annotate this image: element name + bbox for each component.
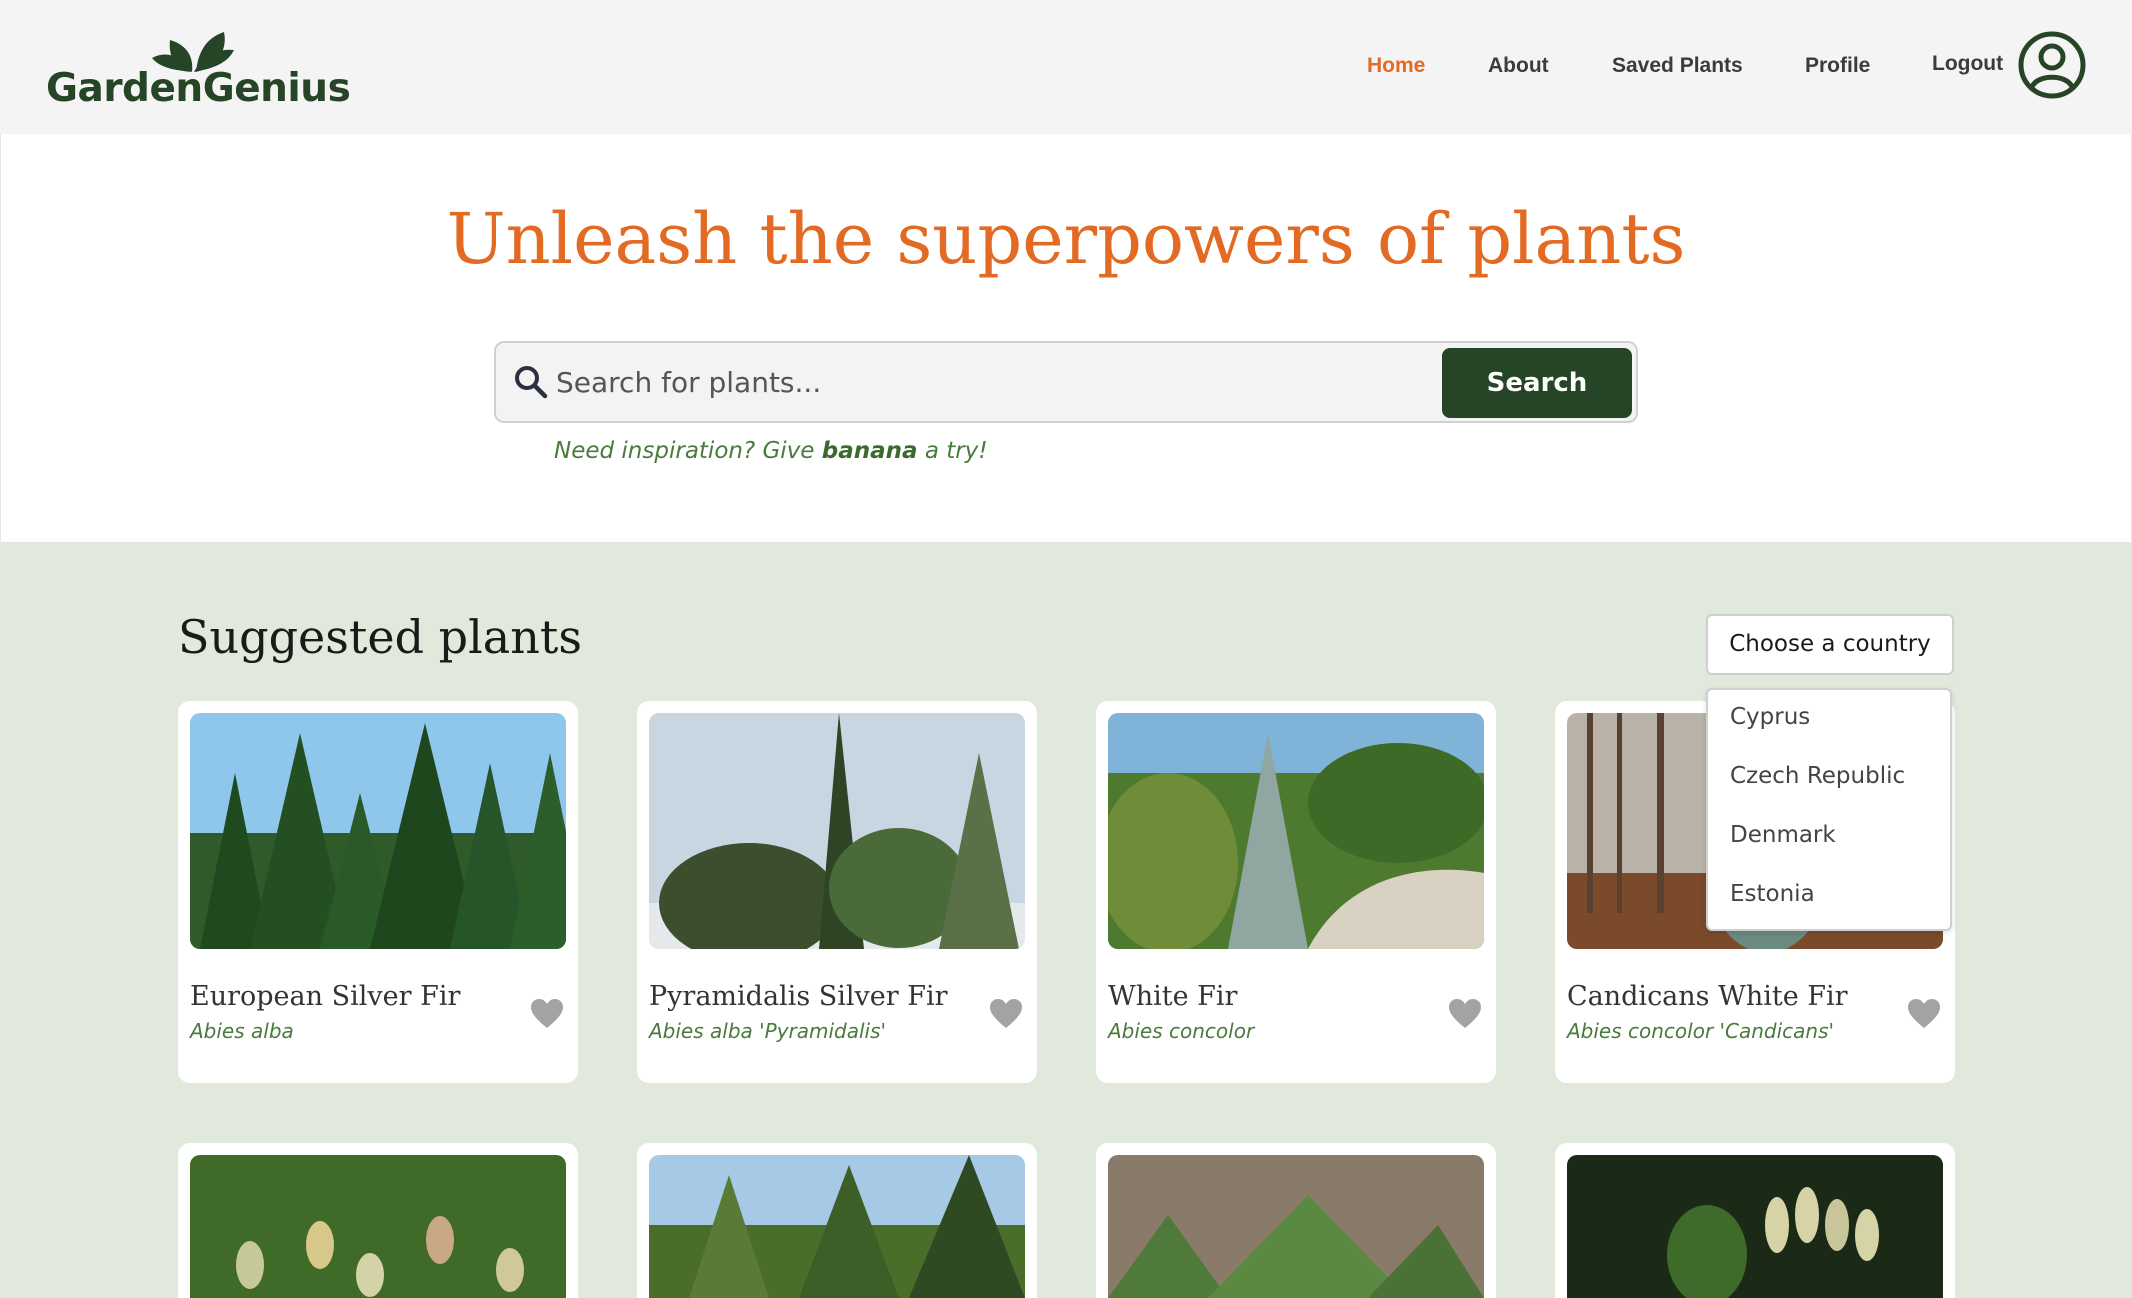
- plant-card[interactable]: Pyramidalis Silver Fir Abies alba 'Pyram…: [637, 701, 1037, 1083]
- nav-home[interactable]: Home: [1367, 54, 1425, 84]
- search-input[interactable]: [556, 357, 1316, 407]
- plant-image: [190, 713, 566, 949]
- plant-card[interactable]: [1555, 1143, 1955, 1298]
- plant-card[interactable]: [1096, 1143, 1496, 1298]
- nav-profile[interactable]: Profile: [1805, 54, 1870, 84]
- nav-saved-plants[interactable]: Saved Plants: [1612, 54, 1743, 84]
- plant-scientific-name: Abies alba 'Pyramidalis': [649, 1019, 887, 1043]
- plant-image: [649, 713, 1025, 949]
- section-title: Suggested plants: [178, 610, 582, 664]
- plant-name: Pyramidalis Silver Fir: [649, 981, 948, 1012]
- plant-scientific-name: Abies concolor: [1108, 1019, 1255, 1043]
- country-option[interactable]: Czech Republic: [1730, 763, 1905, 789]
- plant-card[interactable]: [178, 1143, 578, 1298]
- search-icon: [515, 366, 548, 399]
- plant-name: Candicans White Fir: [1567, 981, 1848, 1012]
- heart-icon[interactable]: [1448, 999, 1482, 1029]
- plant-image: [1567, 1155, 1943, 1298]
- country-option[interactable]: Denmark: [1730, 822, 1836, 848]
- plant-card[interactable]: White Fir Abies concolor: [1096, 701, 1496, 1083]
- header: GardenGenius Home About Saved Plants Pro…: [0, 0, 2132, 134]
- plant-image: [190, 1155, 566, 1298]
- plant-name: European Silver Fir: [190, 981, 461, 1012]
- user-circle-icon[interactable]: [2017, 30, 2087, 100]
- nav-about[interactable]: About: [1488, 54, 1549, 84]
- plant-scientific-name: Abies alba: [190, 1019, 294, 1043]
- search-button[interactable]: Search: [1442, 348, 1632, 418]
- country-option[interactable]: Cyprus: [1730, 704, 1810, 730]
- logo-text: GardenGenius: [46, 66, 351, 111]
- heart-icon[interactable]: [989, 999, 1023, 1029]
- hero-title: Unleash the superpowers of plants: [446, 198, 1686, 280]
- country-option[interactable]: Estonia: [1730, 881, 1815, 907]
- search-bar: Search: [494, 341, 1638, 423]
- heart-icon[interactable]: [530, 999, 564, 1029]
- plant-image: [649, 1155, 1025, 1298]
- inspiration-text: Need inspiration? Give banana a try!: [554, 438, 988, 464]
- plant-name: White Fir: [1108, 981, 1238, 1012]
- plant-scientific-name: Abies concolor 'Candicans': [1567, 1019, 1835, 1043]
- logo[interactable]: GardenGenius: [46, 28, 351, 111]
- heart-icon[interactable]: [1907, 999, 1941, 1029]
- plant-image: [1108, 713, 1484, 949]
- plant-card[interactable]: [637, 1143, 1037, 1298]
- hero-section: [0, 134, 2132, 542]
- nav-logout[interactable]: Logout: [1932, 52, 2003, 82]
- plant-card[interactable]: European Silver Fir Abies alba: [178, 701, 578, 1083]
- country-dropdown-list: Cyprus Czech Republic Denmark Estonia: [1706, 688, 1952, 931]
- country-select[interactable]: Choose a country: [1706, 614, 1954, 675]
- inspiration-link[interactable]: banana: [822, 438, 918, 464]
- plant-image: [1108, 1155, 1484, 1298]
